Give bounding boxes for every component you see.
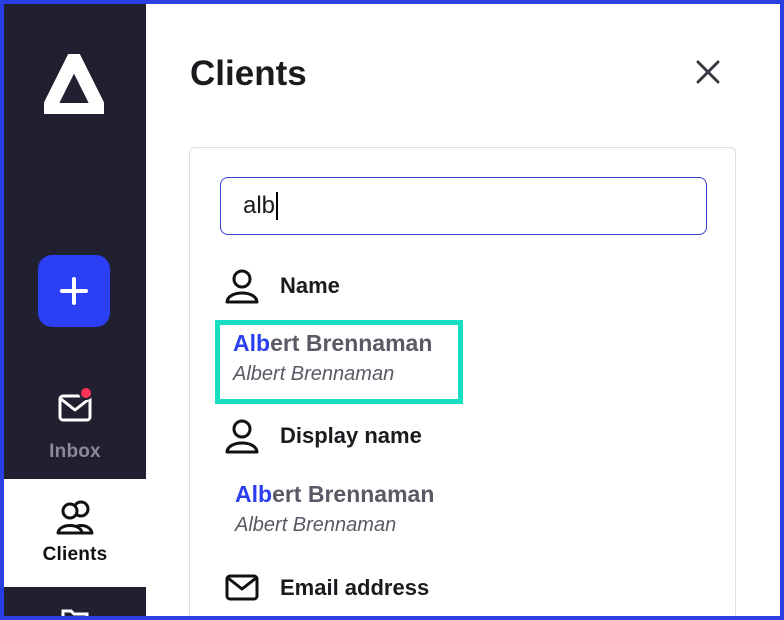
app-frame: Inbox Clients Clients alb Name Albert Br… [4, 4, 780, 616]
match-highlight: Alb [235, 481, 273, 507]
user-icon [225, 269, 259, 304]
section-header-name: Name [224, 268, 340, 304]
section-header-display-name: Display name [224, 418, 422, 454]
result-secondary: Albert Brennaman [235, 514, 397, 536]
sidebar-item-label: Inbox [49, 441, 101, 462]
mail-icon [225, 574, 259, 601]
section-label: Name [280, 273, 340, 298]
result-secondary: Albert Brennaman [233, 363, 395, 385]
folder-icon[interactable] [60, 608, 90, 616]
match-rest: ert Brennaman [270, 330, 433, 356]
search-input[interactable]: alb [220, 177, 707, 235]
search-input-value: alb [243, 192, 276, 219]
section-label: Display name [280, 423, 422, 448]
user-icon [225, 419, 259, 454]
result-item[interactable]: Albert Brennaman Albert Brennaman [217, 471, 465, 555]
triangle-logo-icon[interactable] [44, 54, 104, 114]
result-primary: Albert Brennaman [235, 481, 465, 508]
result-item-highlighted[interactable]: Albert Brennaman Albert Brennaman [215, 320, 463, 404]
section-label: Email address [280, 575, 430, 600]
sidebar-item-clients[interactable]: Clients [4, 479, 146, 587]
plus-icon [60, 277, 88, 305]
sidebar: Inbox Clients [4, 4, 146, 616]
close-icon[interactable] [692, 56, 724, 88]
result-primary: Albert Brennaman [233, 330, 458, 357]
clients-panel: Clients alb Name Albert Brennaman Albert… [146, 4, 780, 616]
add-button[interactable] [38, 255, 110, 327]
section-header-email: Email address [224, 570, 429, 606]
sidebar-item-inbox[interactable]: Inbox [4, 386, 146, 478]
text-cursor [276, 192, 278, 220]
users-icon [56, 500, 94, 535]
match-highlight: Alb [233, 330, 271, 356]
search-card: alb Name Albert Brennaman Albert Brennam… [189, 147, 736, 616]
match-rest: ert Brennaman [272, 481, 435, 507]
sidebar-item-label: Clients [42, 544, 108, 565]
page-title: Clients [190, 54, 307, 93]
notification-badge [79, 386, 93, 400]
